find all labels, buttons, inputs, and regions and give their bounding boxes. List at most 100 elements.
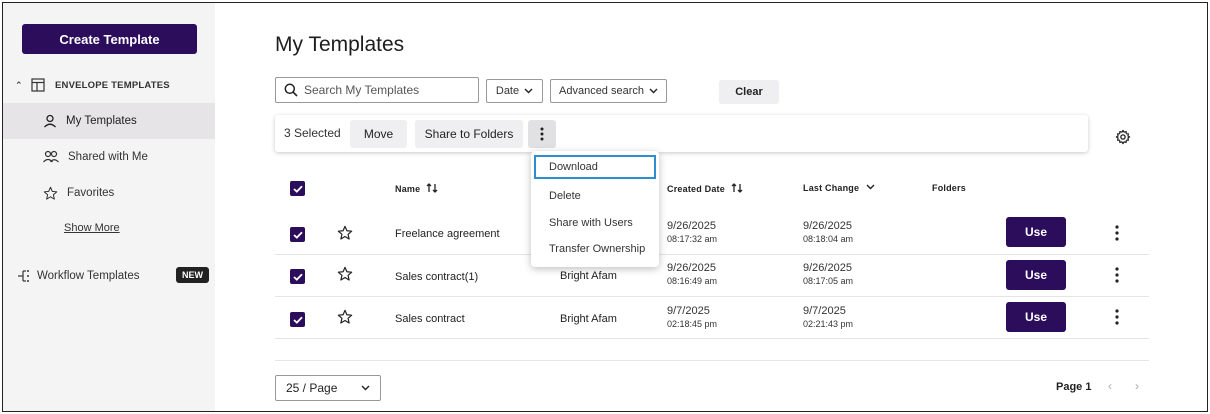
created-header-label: Created Date [667, 184, 725, 194]
search-input[interactable] [304, 83, 464, 97]
created-time-value: 08:16:49 am [667, 276, 718, 286]
sidebar-item-shared-with-me[interactable]: Shared with Me [3, 139, 215, 175]
app-window: Create Template ⌃ ENVELOPE TEMPLATES My … [2, 2, 1208, 412]
last-change: 9/26/2025 08:18:04 am [803, 220, 853, 244]
changed-time-value: 08:18:04 am [803, 234, 854, 244]
created-date: 9/7/2025 02:18:45 pm [667, 305, 717, 329]
changed-date-value: 9/26/2025 [803, 220, 852, 232]
kebab-icon[interactable] [1115, 267, 1119, 283]
page-indicator: Page 1 [1056, 381, 1092, 393]
row-checkbox[interactable] [290, 269, 305, 284]
changed-time-value: 02:21:43 pm [803, 319, 854, 329]
sidebar: Create Template ⌃ ENVELOPE TEMPLATES My … [3, 3, 215, 411]
select-all-checkbox[interactable] [290, 181, 305, 196]
more-actions-menu: Download Delete Share with Users Transfe… [531, 151, 659, 267]
users-icon [43, 150, 59, 163]
star-icon [43, 186, 58, 200]
page-size-label: 25 / Page [286, 381, 338, 395]
created-time-value: 02:18:45 pm [667, 319, 718, 329]
kebab-icon[interactable] [1115, 225, 1119, 241]
create-template-button[interactable]: Create Template [22, 24, 197, 54]
chevron-down-icon [524, 88, 533, 94]
workflow-icon [18, 270, 29, 282]
clear-button[interactable]: Clear [719, 80, 779, 104]
template-name[interactable]: Freelance agreement [395, 228, 500, 240]
created-date: 9/26/2025 08:16:49 am [667, 262, 717, 286]
sidebar-item-label: Favorites [67, 187, 115, 199]
date-filter-select[interactable]: Date [486, 79, 543, 103]
menu-item-share-with-users[interactable]: Share with Users [534, 211, 656, 235]
sidebar-item-label: My Templates [66, 115, 137, 127]
table-row[interactable]: Sales contract(1) Bright Afam 9/26/2025 … [275, 255, 1149, 297]
sort-icon [731, 183, 743, 193]
bulk-action-bar: 3 Selected Move Share to Folders [275, 115, 1088, 152]
last-change: 9/26/2025 08:17:05 am [803, 262, 853, 286]
advanced-search-select[interactable]: Advanced search [550, 79, 667, 103]
last-change-column-header[interactable]: Last Change [803, 183, 875, 193]
created-date-value: 9/26/2025 [667, 220, 716, 232]
template-name[interactable]: Sales contract(1) [395, 271, 478, 283]
star-icon[interactable] [337, 225, 353, 241]
template-name[interactable]: Sales contract [395, 313, 465, 325]
date-filter-label: Date [495, 85, 520, 97]
check-icon [292, 273, 303, 281]
page-title: My Templates [275, 33, 405, 56]
created-date-column-header[interactable]: Created Date [667, 183, 743, 194]
table-row[interactable]: Freelance agreement 9/26/2025 08:17:32 a… [275, 213, 1149, 255]
next-page-icon[interactable]: › [1135, 379, 1139, 393]
changed-date-value: 9/7/2025 [803, 305, 846, 317]
sort-icon [426, 183, 438, 193]
last-change: 9/7/2025 02:21:43 pm [803, 305, 853, 329]
footer-divider [275, 360, 1149, 361]
share-to-folders-button[interactable]: Share to Folders [415, 120, 523, 148]
template-owner: Bright Afam [560, 313, 617, 325]
use-button[interactable]: Use [1006, 217, 1066, 247]
name-header-label: Name [395, 184, 421, 194]
row-checkbox[interactable] [290, 227, 305, 242]
check-icon [292, 231, 303, 239]
gear-icon[interactable] [1115, 129, 1131, 145]
template-icon [31, 78, 45, 92]
table-row[interactable]: Sales contract Bright Afam 9/7/2025 02:1… [275, 297, 1149, 339]
envelope-templates-label: ENVELOPE TEMPLATES [55, 79, 170, 91]
search-box[interactable] [275, 77, 479, 103]
advanced-search-label: Advanced search [559, 85, 644, 97]
use-button[interactable]: Use [1006, 260, 1066, 290]
envelope-templates-header[interactable]: ⌃ ENVELOPE TEMPLATES [15, 75, 170, 95]
menu-item-delete[interactable]: Delete [534, 184, 656, 208]
more-actions-button[interactable] [528, 120, 556, 148]
page-size-select[interactable]: 25 / Page [275, 375, 381, 401]
menu-item-download[interactable]: Download [534, 155, 656, 179]
kebab-icon[interactable] [1115, 309, 1119, 325]
folders-column-header: Folders [932, 183, 966, 193]
created-date: 9/26/2025 08:17:32 am [667, 220, 717, 244]
star-icon[interactable] [337, 266, 353, 282]
check-icon [292, 316, 303, 324]
menu-item-transfer-ownership[interactable]: Transfer Ownership [534, 237, 656, 261]
sidebar-item-workflow-templates[interactable]: Workflow Templates NEW [17, 266, 209, 286]
move-button[interactable]: Move [350, 120, 407, 148]
name-column-header[interactable]: Name [395, 183, 438, 194]
sidebar-item-label: Shared with Me [68, 151, 148, 163]
created-date-value: 9/26/2025 [667, 262, 716, 274]
sidebar-item-favorites[interactable]: Favorites [3, 175, 215, 211]
chevron-up-icon: ⌃ [15, 79, 23, 90]
row-checkbox[interactable] [290, 312, 305, 327]
check-icon [292, 185, 303, 193]
changed-time-value: 08:17:05 am [803, 276, 854, 286]
chevron-down-icon [649, 88, 658, 94]
use-button[interactable]: Use [1006, 302, 1066, 332]
main-content: My Templates Date Advanced search Clear … [215, 3, 1207, 411]
template-owner: Bright Afam [560, 270, 617, 282]
sidebar-item-my-templates[interactable]: My Templates [3, 103, 215, 139]
created-date-value: 9/7/2025 [667, 305, 710, 317]
star-icon[interactable] [337, 309, 353, 325]
prev-page-icon[interactable]: ‹ [1108, 379, 1112, 393]
search-icon [284, 83, 298, 97]
changed-header-label: Last Change [803, 183, 860, 193]
changed-date-value: 9/26/2025 [803, 262, 852, 274]
chevron-down-icon [361, 385, 370, 391]
new-badge: NEW [176, 267, 209, 283]
show-more-link[interactable]: Show More [64, 222, 120, 234]
chevron-down-icon [866, 184, 875, 190]
